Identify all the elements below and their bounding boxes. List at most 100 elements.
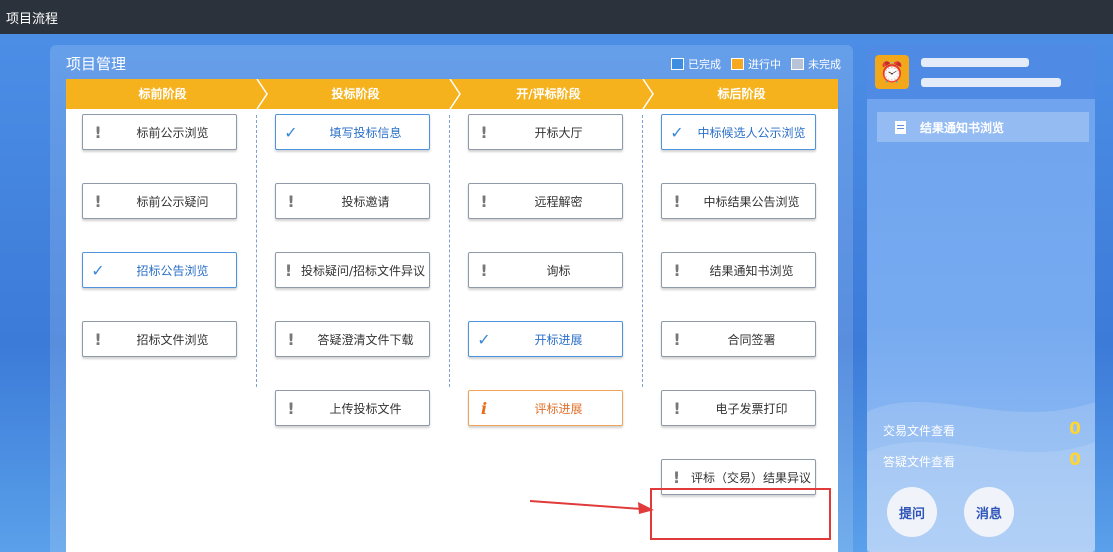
step-label: 开标大厅 (534, 125, 583, 140)
document-icon (895, 120, 906, 134)
column-divider (642, 115, 643, 387)
step-button[interactable]: ! 招标文件浏览 (82, 321, 237, 357)
exclamation-icon: ! (94, 191, 102, 211)
step-label: 填写投标信息 (329, 125, 402, 140)
exclamation-icon: ! (287, 191, 295, 211)
stage-chevron-icon (256, 79, 268, 109)
process-steps-area: ! 标前公示浏览! 标前公示疑问 ✓ 招标公告浏览! 招标文件浏览 ✓ 填写投标信息! 投标邀请… (66, 109, 838, 552)
legend-done-swatch (671, 58, 684, 70)
step-button[interactable]: ! 询标 (468, 252, 623, 288)
annotation-arrow-icon (530, 500, 654, 514)
step-button[interactable]: i 评标进展 (468, 390, 623, 426)
column-divider (256, 115, 257, 387)
step-label: 标前公示疑问 (136, 194, 209, 209)
panel-title: 项目管理 (66, 55, 127, 73)
step-label: 招标公告浏览 (136, 263, 209, 278)
stage-pre-bid: 标前阶段 (138, 87, 187, 101)
legend-progress-label: 进行中 (748, 58, 781, 71)
step-label: 上传投标文件 (329, 401, 402, 416)
stage-bidding: 投标阶段 (331, 87, 380, 101)
step-label: 招标文件浏览 (136, 332, 209, 347)
step-label: 投标邀请 (341, 194, 390, 209)
step-label: 答疑澄清文件下载 (317, 332, 414, 347)
step-button[interactable]: ✓ 填写投标信息 (275, 114, 430, 150)
step-button[interactable]: ! 标前公示浏览 (82, 114, 237, 150)
step-button[interactable]: ! 答疑澄清文件下载 (275, 321, 430, 357)
exclamation-icon: ! (480, 260, 488, 280)
step-button[interactable]: ! 中标结果公告浏览 (661, 183, 816, 219)
exclamation-icon: ! (94, 122, 102, 142)
step-label: 中标候选人公示浏览 (697, 125, 806, 140)
stat-trade-files-value: 0 (1069, 419, 1081, 439)
step-label: 评标（交易）结果异议 (690, 470, 811, 485)
column-divider (449, 115, 450, 387)
stage-post-bid: 标后阶段 (717, 87, 766, 101)
step-label: 投标疑问/招标文件异议 (300, 263, 425, 278)
app-title-bar: 项目流程 (0, 0, 1113, 34)
exclamation-icon: ! (284, 260, 293, 280)
app-title: 项目流程 (6, 12, 59, 27)
sidebar-header: ⏰ (867, 45, 1095, 99)
legend-done-label: 已完成 (688, 58, 721, 71)
step-label: 标前公示浏览 (136, 125, 209, 140)
messages-button[interactable]: 消息 (964, 487, 1014, 537)
step-button[interactable]: ! 远程解密 (468, 183, 623, 219)
status-legend: 已完成 进行中 未完成 (667, 56, 841, 72)
legend-done: 已完成 (671, 56, 721, 72)
step-label: 结果通知书浏览 (709, 263, 794, 278)
step-label: 电子发票打印 (715, 401, 788, 416)
legend-progress-swatch (731, 58, 744, 70)
legend-pending-label: 未完成 (808, 58, 841, 71)
check-icon: ✓ (670, 122, 684, 142)
annotation-highlight-box (650, 488, 831, 540)
exclamation-icon: ! (673, 191, 681, 211)
exclamation-icon: ! (94, 329, 102, 349)
stat-qa-files-label[interactable]: 答疑文件查看 (883, 453, 955, 470)
step-button[interactable]: ! 电子发票打印 (661, 390, 816, 426)
check-icon: ✓ (284, 122, 298, 142)
alarm-clock-icon: ⏰ (875, 55, 909, 89)
stat-qa-files-value: 0 (1069, 450, 1081, 470)
exclamation-icon: ! (480, 122, 488, 142)
redacted-text (921, 58, 1029, 67)
legend-pending: 未完成 (791, 56, 841, 72)
stage-chevron-icon (642, 79, 654, 109)
step-label: 评标进展 (534, 401, 583, 416)
sidebar-link-notice[interactable]: 结果通知书浏览 (877, 112, 1089, 142)
redacted-text (921, 78, 1061, 87)
check-icon: ✓ (477, 329, 491, 349)
stage-chevron-icon (449, 79, 461, 109)
step-label: 询标 (546, 263, 571, 278)
step-button[interactable]: ! 投标疑问/招标文件异议 (275, 252, 430, 288)
right-sidebar: ⏰ 结果通知书浏览 交易文件查看 0 答疑文件查看 0 提问 消息 (867, 45, 1095, 552)
sidebar-link-label: 结果通知书浏览 (920, 120, 1005, 135)
stat-trade-files-label[interactable]: 交易文件查看 (883, 422, 955, 439)
exclamation-icon: ! (287, 329, 295, 349)
step-label: 开标进展 (534, 332, 583, 347)
legend-progress: 进行中 (731, 56, 781, 72)
step-button[interactable]: ! 合同签署 (661, 321, 816, 357)
step-button[interactable]: ! 标前公示疑问 (82, 183, 237, 219)
stage-bar: 标前阶段 投标阶段 开/评标阶段 标后阶段 (66, 79, 838, 109)
exclamation-icon: ! (673, 398, 681, 418)
step-label: 合同签署 (727, 332, 776, 347)
step-button[interactable]: ! 投标邀请 (275, 183, 430, 219)
step-label: 远程解密 (534, 194, 583, 209)
step-button[interactable]: ! 上传投标文件 (275, 390, 430, 426)
stage-opening-evaluation: 开/评标阶段 (516, 87, 581, 101)
exclamation-icon: ! (673, 329, 681, 349)
step-button[interactable]: ✓ 招标公告浏览 (82, 252, 237, 288)
info-icon: i (480, 398, 488, 418)
ask-question-button[interactable]: 提问 (887, 487, 937, 537)
exclamation-icon: ! (673, 260, 681, 280)
step-button[interactable]: ! 开标大厅 (468, 114, 623, 150)
exclamation-icon: ! (480, 191, 488, 211)
exclamation-icon: ! (287, 398, 295, 418)
project-management-panel: 项目管理 已完成 进行中 未完成 标前阶段 投标阶段 开/评标阶段 标后阶段 !… (50, 45, 853, 552)
check-icon: ✓ (91, 260, 105, 280)
step-label: 中标结果公告浏览 (703, 194, 800, 209)
step-button[interactable]: ✓ 中标候选人公示浏览 (661, 114, 816, 150)
step-button[interactable]: ! 结果通知书浏览 (661, 252, 816, 288)
step-button[interactable]: ✓ 开标进展 (468, 321, 623, 357)
legend-pending-swatch (791, 58, 804, 70)
